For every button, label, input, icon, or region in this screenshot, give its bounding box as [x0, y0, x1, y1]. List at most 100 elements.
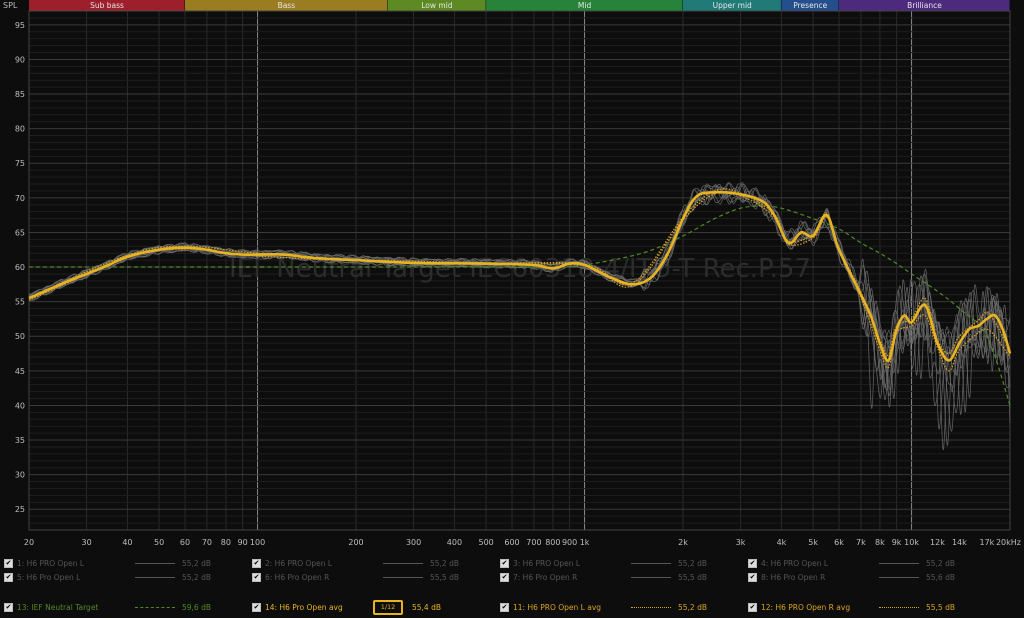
y-tick-label: 80	[15, 125, 25, 134]
legend-checkbox[interactable]: ✔	[748, 558, 757, 568]
smoothing-badge[interactable]: 1/12	[373, 599, 403, 615]
y-tick-label: 65	[15, 228, 25, 237]
y-tick-label: 75	[15, 159, 25, 168]
x-tick-label: 700	[526, 538, 541, 547]
legend-value: 59,6 dB	[182, 602, 211, 612]
legend-checkbox[interactable]: ✔	[252, 602, 261, 612]
legend-checkbox[interactable]: ✔	[252, 573, 261, 582]
legend-value: 55,2 dB	[678, 602, 707, 612]
legend-item[interactable]: ✔ 4: H6 PRO Open L 55,2 dB	[748, 556, 955, 570]
legend-item[interactable]: ✔ 2: H6 PRO Open L 55,2 dB	[252, 556, 459, 570]
legend-value: 55,2 dB	[182, 558, 211, 568]
legend-item[interactable]: ✔ 5: H6 Pro Open L 55,2 dB	[4, 571, 211, 585]
legend-value: 55,5 dB	[926, 602, 955, 612]
legend-line-sample	[879, 606, 919, 608]
x-tick-label: 3k	[736, 538, 746, 547]
x-tick-label: 12k	[930, 538, 945, 547]
x-tick-label: 10k	[904, 538, 919, 547]
legend-item[interactable]: ✔ 8: H6 Pro Open R 55,6 dB	[748, 571, 955, 585]
legend-value: 55,2 dB	[926, 558, 955, 568]
legend-line-sample	[631, 562, 671, 564]
x-tick-label: 9k	[892, 538, 902, 547]
legend-line-sample	[631, 606, 671, 608]
legend-item[interactable]: ✔ 6: H6 Pro Open R 55,5 dB	[252, 571, 459, 585]
legend-label: 11: H6 PRO Open L avg	[513, 602, 602, 612]
band-label: Mid	[578, 1, 592, 10]
legend-label: 1: H6 PRO Open L	[17, 558, 85, 568]
y-tick-label: 40	[15, 401, 25, 410]
x-tick-label: 600	[504, 538, 519, 547]
legend-label: 13: IEF Neutral Target	[17, 602, 99, 612]
legend-value: 55,6 dB	[926, 573, 955, 582]
legend-line-sample	[135, 606, 175, 608]
legend-checkbox[interactable]: ✔	[500, 558, 509, 568]
x-tick-label: 4k	[777, 538, 787, 547]
x-tick-label: 14k	[952, 538, 967, 547]
legend-checkbox[interactable]: ✔	[4, 602, 13, 612]
y-tick-label: 70	[15, 194, 25, 203]
x-tick-label: 40	[122, 538, 132, 547]
x-tick-label: 60	[180, 538, 190, 547]
legend-value: 55,4 dB	[412, 602, 441, 612]
frequency-response-chart: Sub bass Bass Low mid Mid Upper mid Presence B…	[0, 0, 1024, 552]
legend-line-sample	[879, 562, 919, 564]
y-tick-label: 55	[15, 298, 25, 307]
legend-label: 7: H6 Pro Open R	[513, 573, 578, 582]
x-tick-label: 300	[406, 538, 421, 547]
legend-item[interactable]: ✔ 3: H6 PRO Open L 55,2 dB	[500, 556, 707, 570]
y-tick-label: 60	[15, 263, 25, 272]
band-label: Upper mid	[713, 1, 752, 10]
legend-item[interactable]: ✔ 12: H6 PRO Open R avg 55,5 dB	[748, 600, 955, 614]
legend-label: 6: H6 Pro Open R	[265, 573, 330, 582]
x-tick-label: 900	[562, 538, 577, 547]
legend-label: 4: H6 PRO Open L	[761, 558, 829, 568]
legend-item[interactable]: ✔ 13: IEF Neutral Target 59,6 dB	[4, 600, 211, 614]
legend-label: 8: H6 Pro Open R	[761, 573, 826, 582]
x-tick-label: 30	[81, 538, 91, 547]
y-tick-label: 95	[15, 21, 25, 30]
x-tick-label: 200	[348, 538, 363, 547]
legend-checkbox[interactable]: ✔	[252, 558, 261, 568]
band-label: Brilliance	[907, 1, 942, 10]
legend-item[interactable]: ✔ 7: H6 Pro Open R 55,5 dB	[500, 571, 707, 585]
legend-label: 3: H6 PRO Open L	[513, 558, 581, 568]
x-tick-label: 7k	[856, 538, 866, 547]
legend-checkbox[interactable]: ✔	[4, 558, 13, 568]
band-label: Bass	[278, 1, 296, 10]
x-tick-label: 5k	[808, 538, 818, 547]
legend-checkbox[interactable]: ✔	[748, 602, 757, 612]
band-label: Presence	[793, 1, 827, 10]
y-tick-label: 45	[15, 367, 25, 376]
legend-checkbox[interactable]: ✔	[4, 573, 13, 582]
y-tick-label: 30	[15, 471, 25, 480]
legend-label: 5: H6 Pro Open L	[17, 573, 81, 582]
band-label: Sub bass	[90, 1, 124, 10]
legend-item[interactable]: ✔ 11: H6 PRO Open L avg 55,2 dB	[500, 600, 707, 614]
legend-line-sample	[135, 562, 175, 564]
legend-value: 55,2 dB	[182, 573, 211, 582]
x-tick-label: 500	[478, 538, 493, 547]
legend-value: 55,5 dB	[430, 573, 459, 582]
legend-label: 12: H6 PRO Open R avg	[761, 602, 851, 612]
legend-checkbox[interactable]: ✔	[500, 602, 509, 612]
legend-item[interactable]: ✔ 1: H6 PRO Open L 55,2 dB	[4, 556, 211, 570]
x-tick-label: 50	[154, 538, 164, 547]
legend-line-sample	[135, 577, 175, 578]
legend-value: 55,2 dB	[678, 558, 707, 568]
legend-item[interactable]: ✔ 14: H6 Pro Open avg 1/12 55,4 dB	[252, 599, 441, 615]
legend-checkbox[interactable]: ✔	[748, 573, 757, 582]
x-tick-label: 20	[24, 538, 34, 547]
legend-label: 14: H6 Pro Open avg	[265, 602, 343, 612]
legend-checkbox[interactable]: ✔	[500, 573, 509, 582]
x-tick-label: 1k	[580, 538, 590, 547]
y-tick-label: 90	[15, 55, 25, 64]
legend-value: 55,5 dB	[678, 573, 707, 582]
legend-line-sample	[631, 577, 671, 578]
legend-label: 2: H6 PRO Open L	[265, 558, 333, 568]
legend-line-sample	[383, 562, 423, 564]
legend-line-sample	[879, 577, 919, 578]
x-tick-label: 17k	[980, 538, 995, 547]
band-label: Low mid	[421, 1, 453, 10]
y-tick-label: 50	[15, 332, 25, 341]
y-axis-label: SPL	[3, 1, 18, 10]
